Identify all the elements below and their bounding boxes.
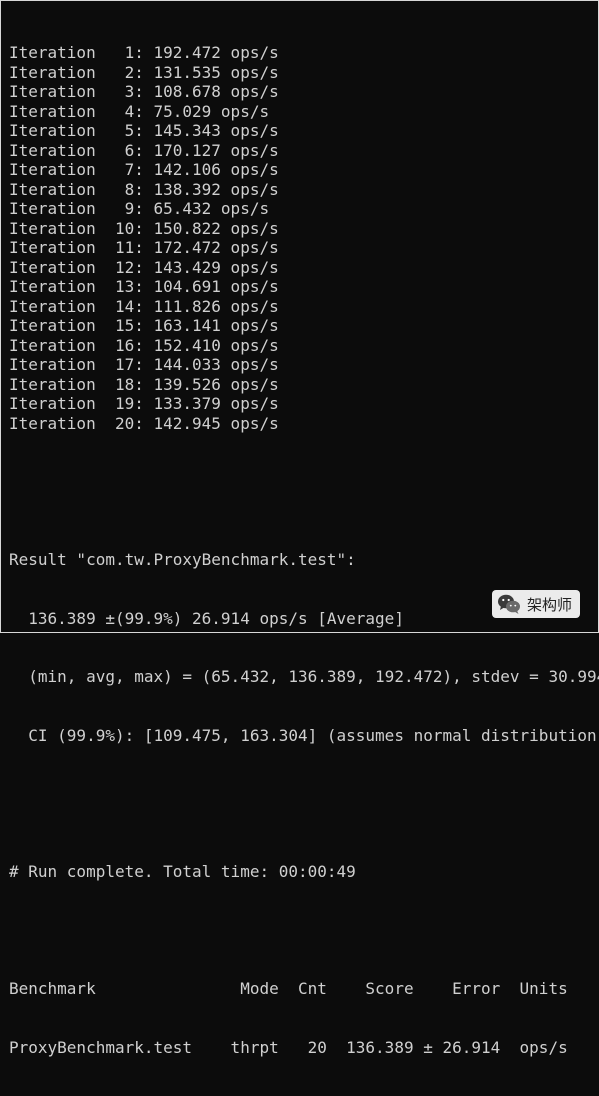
result-header: Result "com.tw.ProxyBenchmark.test": [9, 550, 356, 569]
watermark-text: 架构师 [526, 595, 572, 614]
iteration-line: Iteration 2: 131.535 ops/s [9, 62, 279, 82]
table-header: Benchmark Mode Cnt Score Error Units [9, 979, 568, 998]
iteration-line: Iteration 17: 144.033 ops/s [9, 355, 279, 374]
iteration-line: Iteration 3: 108.678 ops/s [9, 82, 279, 101]
iteration-line: Iteration 14: 111.826 ops/s [9, 296, 279, 316]
iteration-line: Iteration 15: 163.141 ops/s [9, 316, 279, 335]
iteration-line: Iteration 9: 65.432 ops/s [9, 199, 270, 218]
iteration-line: Iteration 12: 143.429 ops/s [9, 257, 279, 277]
iteration-line: Iteration 7: 142.106 ops/s [9, 160, 279, 179]
iteration-line: Iteration 11: 172.472 ops/s [9, 238, 279, 257]
iteration-line: Iteration 8: 138.392 ops/s [9, 179, 279, 199]
iteration-line: Iteration 20: 142.945 ops/s [9, 413, 279, 433]
result-ci: CI (99.9%): [109.475, 163.304] (assumes … [9, 725, 599, 745]
iteration-line: Iteration 6: 170.127 ops/s [9, 140, 279, 160]
iteration-line: Iteration 5: 145.343 ops/s [9, 121, 279, 140]
iteration-line: Iteration 4: 75.029 ops/s [9, 101, 270, 121]
iteration-line: Iteration 19: 133.379 ops/s [9, 394, 279, 413]
iteration-line: Iteration 16: 152.410 ops/s [9, 335, 279, 355]
iteration-list: Iteration 1: 192.472 ops/s Iteration 2: 1… [9, 43, 599, 433]
watermark-badge: 架构师 [491, 590, 580, 618]
iteration-line: Iteration 1: 192.472 ops/s [9, 43, 279, 62]
wechat-icon [497, 594, 520, 614]
result-stats: (min, avg, max) = (65.432, 136.389, 192.… [9, 667, 599, 686]
iteration-line: Iteration 10: 150.822 ops/s [9, 218, 279, 238]
table-row: ProxyBenchmark.test thrpt 20 136.389 ± 2… [9, 1037, 568, 1057]
terminal-window: Iteration 1: 192.472 ops/s Iteration 2: 1… [0, 0, 599, 1057]
console-output: Iteration 1: 192.472 ops/s Iteration 2: 1… [9, 4, 599, 1096]
iteration-line: Iteration 18: 139.526 ops/s [9, 374, 279, 394]
run-complete-line: # Run complete. Total time: 00:00:49 [9, 862, 356, 881]
iteration-line: Iteration 13: 104.691 ops/s [9, 277, 279, 296]
